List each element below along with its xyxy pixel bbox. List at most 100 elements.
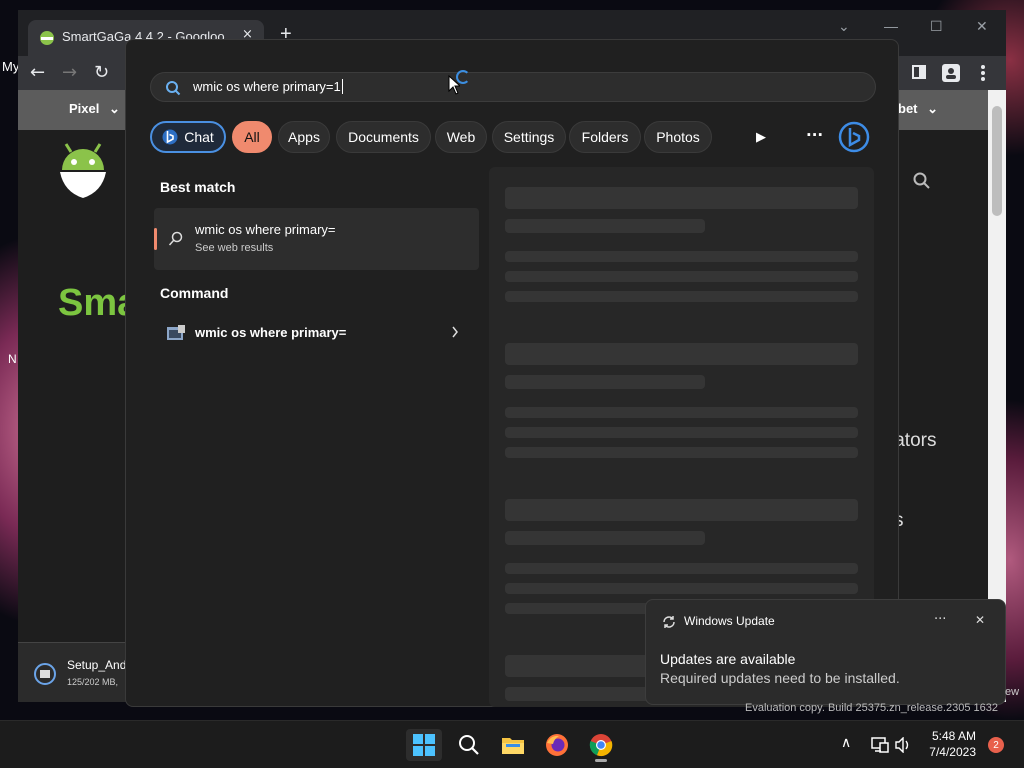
- search-query-text: wmic os where primary=1: [193, 79, 341, 94]
- chip-apps[interactable]: Apps: [278, 121, 330, 153]
- skeleton-line: [505, 583, 858, 594]
- skeleton-line: [505, 563, 858, 574]
- network-icon[interactable]: [871, 737, 889, 753]
- toast-more-button[interactable]: ···: [934, 612, 946, 627]
- chip-photos[interactable]: Photos: [644, 121, 712, 153]
- back-button[interactable]: ←: [30, 62, 45, 83]
- search-box[interactable]: wmic os where primary=1: [150, 72, 876, 102]
- installer-file-icon: [34, 663, 56, 685]
- taskbar-file-explorer[interactable]: [495, 729, 531, 761]
- skeleton-line: [505, 447, 858, 458]
- chip-web[interactable]: Web: [435, 121, 487, 153]
- chevron-down-icon: ⌄: [927, 101, 939, 116]
- command-result[interactable]: wmic os where primary=: [154, 312, 479, 354]
- scrollbar-thumb[interactable]: [992, 106, 1002, 216]
- chip-settings[interactable]: Settings: [492, 121, 566, 153]
- android-favicon-icon: [40, 31, 54, 45]
- skeleton-line: [505, 407, 858, 418]
- taskbar-firefox[interactable]: [539, 729, 575, 761]
- nav-item-label: bet: [898, 101, 918, 116]
- mouse-cursor-icon: [448, 75, 460, 95]
- side-panel-icon[interactable]: [912, 65, 926, 79]
- folder-icon: [502, 738, 524, 754]
- site-search-icon[interactable]: [913, 172, 931, 190]
- more-options-icon[interactable]: ···: [806, 126, 823, 144]
- chip-documents[interactable]: Documents: [336, 121, 431, 153]
- skeleton-subtitle: [505, 219, 705, 233]
- chip-label: All: [244, 129, 260, 145]
- profile-icon[interactable]: [942, 64, 960, 82]
- toast-app-name: Windows Update: [684, 614, 775, 628]
- command-title: wmic os where primary=: [195, 325, 347, 340]
- desktop-label-n: N: [8, 352, 17, 366]
- desktop-edge-text: ew: [1005, 686, 1020, 698]
- close-window-button[interactable]: ✕: [976, 18, 988, 35]
- start-button[interactable]: [406, 729, 442, 761]
- skeleton-title: [505, 187, 858, 209]
- chip-folders[interactable]: Folders: [569, 121, 641, 153]
- sync-icon: [663, 616, 675, 628]
- search-input[interactable]: wmic os where primary=1: [193, 79, 343, 94]
- nav-item-bet[interactable]: bet ⌄: [898, 101, 938, 117]
- text-caret: [341, 79, 343, 94]
- android-logo-icon: [60, 143, 106, 198]
- command-heading: Command: [160, 285, 229, 301]
- desktop-label-my: My: [2, 59, 20, 74]
- download-progress: 125/202 MB,: [67, 677, 119, 687]
- skeleton-line: [505, 251, 858, 262]
- toast-body: Required updates need to be installed.: [660, 670, 900, 686]
- forward-button[interactable]: →: [62, 62, 77, 83]
- nav-item-pixel[interactable]: Pixel ⌄: [69, 101, 120, 117]
- tray-overflow-chevron-icon[interactable]: ∧: [841, 735, 851, 751]
- chip-label: Settings: [503, 129, 555, 145]
- clock-date[interactable]: 7/4/2023: [920, 745, 976, 759]
- clock-time[interactable]: 5:48 AM: [920, 729, 976, 743]
- search-icon: [166, 81, 181, 96]
- skeleton-title: [505, 343, 858, 365]
- chip-label: Photos: [656, 129, 700, 145]
- skeleton-subtitle: [505, 375, 705, 389]
- chip-label: Apps: [288, 129, 320, 145]
- taskbar-chrome[interactable]: [583, 729, 619, 762]
- menu-kebab-icon[interactable]: [980, 64, 986, 82]
- chrome-icon: [589, 734, 613, 757]
- chip-label: Folders: [581, 129, 629, 145]
- notification-count-badge[interactable]: 2: [988, 737, 1004, 753]
- bing-icon[interactable]: [838, 121, 870, 153]
- minimize-button[interactable]: —: [884, 18, 898, 34]
- bing-chat-icon: [162, 129, 178, 145]
- taskbar-search-button[interactable]: [451, 729, 487, 761]
- reload-button[interactable]: ↻: [94, 62, 109, 83]
- more-filters-play-icon[interactable]: ▶: [756, 130, 766, 145]
- windows-update-toast[interactable]: Windows Update ··· ✕ Updates are availab…: [645, 599, 1006, 705]
- command-prompt-icon: [167, 325, 185, 340]
- skeleton-subtitle: [505, 531, 705, 545]
- best-match-heading: Best match: [160, 179, 236, 195]
- chevron-down-icon: ⌄: [108, 101, 120, 116]
- skeleton-line: [505, 291, 858, 302]
- volume-icon[interactable]: [895, 737, 911, 753]
- best-match-title: wmic os where primary=: [195, 222, 336, 237]
- running-indicator: [595, 759, 607, 762]
- maximize-button[interactable]: ☐: [930, 18, 943, 35]
- skeleton-title: [505, 499, 858, 521]
- download-item[interactable]: Setup_And 125/202 MB,: [18, 642, 128, 702]
- windows-logo-icon: [413, 734, 435, 756]
- chip-chat[interactable]: Chat: [150, 121, 226, 153]
- evaluation-watermark: Evaluation copy. Build 25375.zn_release.…: [745, 702, 998, 714]
- chevron-right-icon[interactable]: [451, 326, 459, 338]
- selection-accent: [154, 228, 157, 250]
- search-icon: [459, 735, 479, 755]
- taskbar: ∧ 5:48 AM 7/4/2023 2: [0, 720, 1024, 768]
- best-match-subtitle: See web results: [195, 242, 274, 254]
- skeleton-line: [505, 271, 858, 282]
- tab-search-dropdown-icon[interactable]: ⌄: [838, 18, 850, 35]
- toast-heading: Updates are available: [660, 651, 796, 667]
- chip-label: Chat: [184, 129, 214, 145]
- skeleton-line: [505, 427, 858, 438]
- best-match-result[interactable]: wmic os where primary= See web results: [154, 208, 479, 270]
- download-filename: Setup_And: [67, 658, 127, 672]
- chip-all[interactable]: All: [232, 121, 272, 153]
- toast-close-button[interactable]: ✕: [975, 613, 985, 627]
- web-search-icon: [168, 231, 183, 246]
